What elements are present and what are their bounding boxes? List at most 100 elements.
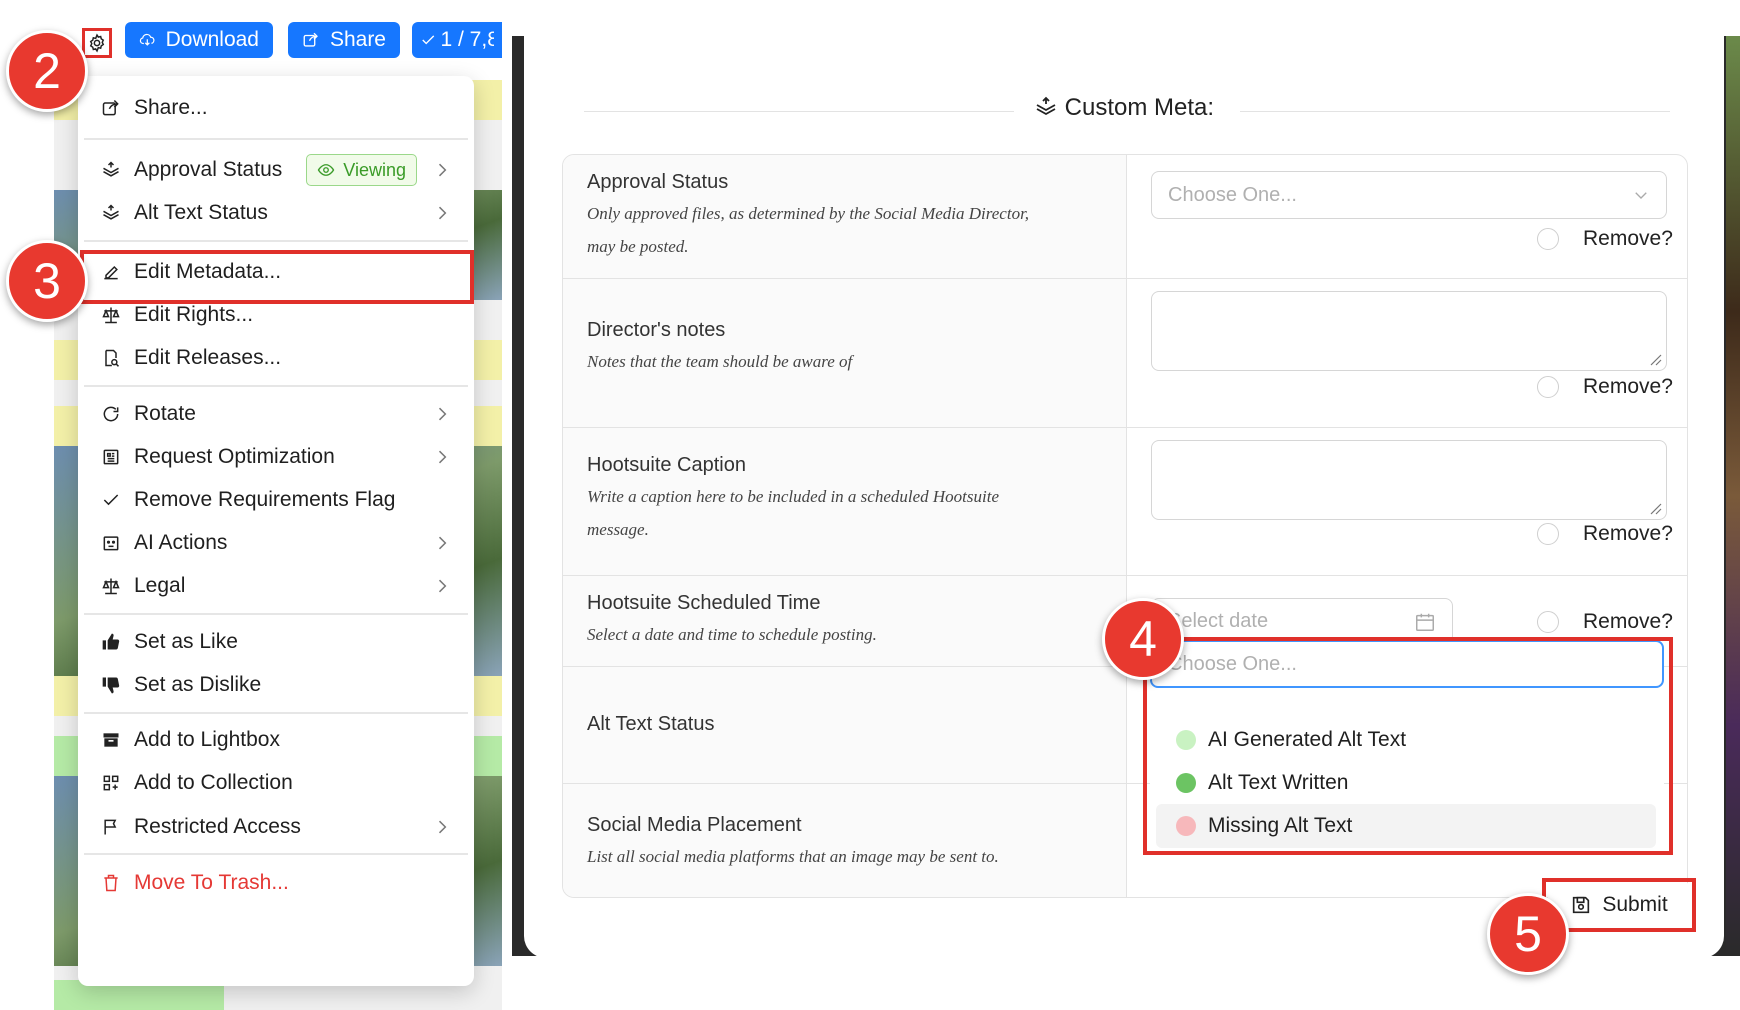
form-row-directors-notes: Director's notes Notes that the team sho… — [563, 279, 1687, 428]
remove-label: Remove? — [1583, 522, 1673, 545]
menu-item-label: Set as Dislike — [134, 673, 262, 696]
gear-icon — [89, 33, 105, 53]
menu-item-label: Approval Status — [134, 158, 283, 181]
menu-item-label: Restricted Access — [134, 815, 301, 838]
hootsuite-caption-textarea[interactable] — [1151, 440, 1667, 520]
menu-item-label: Move To Trash... — [134, 871, 289, 894]
scales-icon — [100, 304, 122, 326]
resize-grip-icon[interactable] — [1648, 352, 1662, 366]
menu-item-restricted-access[interactable]: Restricted Access — [78, 807, 474, 847]
menu-item-remove-requirements-flag[interactable]: Remove Requirements Flag — [78, 480, 474, 520]
optimization-icon — [100, 446, 122, 468]
menu-divider — [84, 240, 468, 242]
menu-item-share[interactable]: Share... — [78, 88, 474, 128]
edit-metadata-highlight — [80, 250, 474, 304]
menu-item-label: Legal — [134, 574, 186, 597]
resize-grip-icon[interactable] — [1648, 501, 1662, 515]
menu-divider — [84, 712, 468, 714]
checkbox[interactable] — [1537, 376, 1559, 398]
share-icon — [303, 32, 318, 47]
row-label-cell: Hootsuite Scheduled Time Select a date a… — [563, 576, 1127, 666]
menu-item-move-to-trash[interactable]: Move To Trash... — [78, 863, 474, 903]
robot-icon — [100, 532, 122, 554]
menu-item-label: Alt Text Status — [134, 201, 268, 224]
description-line: message. — [587, 520, 649, 539]
menu-item-label: Remove Requirements Flag — [134, 488, 396, 511]
background-photo-edge — [1726, 36, 1740, 956]
field-label: Approval Status — [587, 171, 729, 193]
viewing-tag: Viewing — [306, 154, 417, 186]
row-label-cell: Hootsuite Caption Write a caption here t… — [563, 428, 1127, 575]
menu-item-set-as-like[interactable]: Set as Like — [78, 622, 474, 662]
description-line: may be posted. — [587, 237, 689, 256]
menu-divider — [84, 613, 468, 615]
step-badge-5: 5 — [1487, 893, 1569, 975]
chevron-right-icon — [438, 820, 447, 834]
check-icon — [422, 35, 435, 45]
menu-item-legal[interactable]: Legal — [78, 566, 474, 606]
viewing-label: Viewing — [343, 159, 406, 180]
thumbs-up-icon — [100, 631, 122, 653]
chevron-right-icon — [438, 206, 447, 220]
share-button[interactable]: Share — [288, 22, 400, 58]
custom-meta-title-text: Custom Meta: — [1064, 94, 1215, 121]
settings-gear-button[interactable] — [82, 28, 112, 58]
trash-icon — [100, 872, 122, 894]
field-label: Hootsuite Caption — [587, 454, 746, 476]
menu-item-request-optimization[interactable]: Request Optimization — [78, 437, 474, 477]
calendar-icon — [1416, 613, 1434, 631]
menu-item-label: Add to Lightbox — [134, 728, 280, 751]
download-button[interactable]: Download — [125, 22, 273, 58]
chevron-right-icon — [438, 407, 447, 421]
scales-icon — [100, 575, 122, 597]
field-description: List all social media platforms that an … — [587, 847, 999, 866]
description-line: Only approved files, as determined by th… — [587, 204, 1030, 223]
chevron-down-icon — [1635, 192, 1647, 199]
menu-item-add-to-collection[interactable]: Add to Collection — [78, 763, 474, 803]
remove-label: Remove? — [1583, 610, 1673, 633]
document-search-icon — [100, 347, 122, 369]
remove-approval-checkbox[interactable]: Remove? — [1537, 227, 1673, 251]
checkbox[interactable] — [1537, 523, 1559, 545]
menu-item-alt-text-status[interactable]: Alt Text Status — [78, 193, 474, 233]
row-label-cell: Director's notes Notes that the team sho… — [563, 279, 1127, 427]
menu-item-ai-actions[interactable]: AI Actions — [78, 523, 474, 563]
menu-item-approval-status[interactable]: Approval Status Viewing — [78, 150, 474, 190]
row-label-cell: Approval Status Only approved files, as … — [563, 155, 1127, 278]
directors-notes-textarea[interactable] — [1151, 291, 1667, 371]
chevron-right-icon — [438, 536, 447, 550]
field-label: Social Media Placement — [587, 814, 802, 836]
custom-meta-title: Custom Meta: — [524, 94, 1724, 122]
checkbox[interactable] — [1537, 611, 1559, 633]
remove-caption-checkbox[interactable]: Remove? — [1537, 522, 1673, 546]
menu-item-rotate[interactable]: Rotate — [78, 394, 474, 434]
remove-scheduled-time-checkbox[interactable]: Remove? — [1537, 610, 1673, 634]
description-line: Write a caption here to be included in a… — [587, 487, 1000, 506]
approval-status-select[interactable]: Choose One... — [1151, 171, 1667, 219]
selection-count-button[interactable]: 1 / 7,8 — [412, 22, 502, 58]
flag-icon — [100, 816, 122, 838]
menu-divider — [84, 853, 468, 855]
menu-item-label: Share... — [134, 96, 208, 119]
archive-box-icon — [100, 729, 122, 751]
menu-item-add-to-lightbox[interactable]: Add to Lightbox — [78, 720, 474, 760]
field-description: Only approved files, as determined by th… — [587, 197, 1107, 263]
menu-item-edit-releases[interactable]: Edit Releases... — [78, 338, 474, 378]
menu-item-label: Set as Like — [134, 630, 238, 653]
menu-item-set-as-dislike[interactable]: Set as Dislike — [78, 665, 474, 705]
chevron-right-icon — [438, 579, 447, 593]
field-description: Select a date and time to schedule posti… — [587, 625, 877, 644]
alt-text-dropdown-highlight — [1143, 637, 1673, 855]
collection-grid-icon — [100, 772, 122, 794]
cloud-download-icon — [139, 33, 155, 46]
menu-item-label: Rotate — [134, 402, 196, 425]
remove-directors-notes-checkbox[interactable]: Remove? — [1537, 375, 1673, 399]
menu-item-label: Edit Rights... — [134, 303, 254, 326]
share-icon — [100, 97, 122, 119]
stack-icon — [100, 159, 122, 181]
download-label: Download — [165, 28, 259, 51]
menu-item-label: Request Optimization — [134, 445, 335, 468]
checkbox[interactable] — [1537, 228, 1559, 250]
share-label: Share — [329, 28, 386, 51]
rotate-icon — [100, 403, 122, 425]
